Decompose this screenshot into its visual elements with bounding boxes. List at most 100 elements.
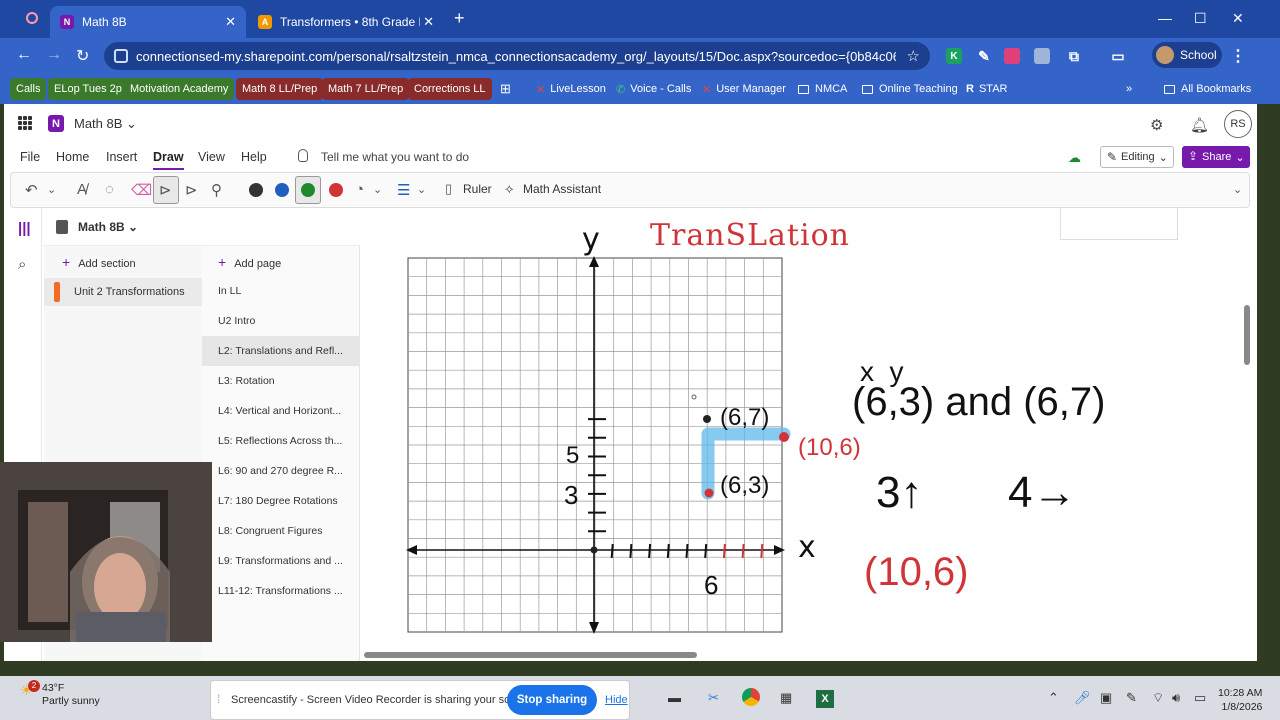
forward-icon[interactable]: → <box>46 46 62 64</box>
notebooks-icon[interactable]: ||| <box>18 220 31 237</box>
ink-replay-icon[interactable]: ⊳ <box>185 181 198 199</box>
menu-home[interactable]: Home <box>56 150 89 164</box>
volume-icon[interactable]: 🔊︎ <box>1172 690 1180 706</box>
chevron-up-icon[interactable]: ⌃ <box>1048 690 1059 706</box>
page-item[interactable]: In LL <box>202 276 360 306</box>
page-item[interactable]: L4: Vertical and Horizont... <box>202 396 360 426</box>
bookmark-star[interactable]: R STAR <box>960 78 1013 100</box>
snipping-tool-icon[interactable]: ✂ <box>708 690 719 706</box>
collapse-ribbon-icon[interactable]: ⌄ <box>1233 183 1242 196</box>
settings-gear-icon[interactable]: ⚙ <box>1150 116 1163 134</box>
ruler-icon[interactable]: ▯ <box>445 181 452 197</box>
math-assistant-button[interactable]: Math Assistant <box>523 182 601 196</box>
weather-widget[interactable]: ☀ 2 43°F Partly sunny <box>16 680 100 708</box>
close-icon[interactable]: ✕ <box>423 14 434 30</box>
maximize-icon[interactable]: ☐ <box>1194 10 1207 27</box>
section-unit2[interactable]: Unit 2 Transformations <box>44 278 202 306</box>
add-section-button[interactable]: + Add section <box>62 254 136 270</box>
page-item[interactable]: L11-12: Transformations ... <box>202 576 360 606</box>
bookmark-online-teaching[interactable]: Online Teaching <box>856 78 964 100</box>
stop-sharing-button[interactable]: Stop sharing <box>507 685 597 715</box>
site-info-icon[interactable] <box>114 49 128 63</box>
account-initials[interactable]: RS <box>1224 110 1252 138</box>
pen-icon[interactable]: ✎ <box>1126 690 1137 706</box>
battery-icon[interactable]: ▭ <box>1194 690 1206 706</box>
bookmark-voice[interactable]: ✆ Voice - Calls <box>610 78 697 100</box>
editing-mode-button[interactable]: ✎ Editing ⌄ <box>1100 146 1174 168</box>
meet-icon[interactable]: ▣ <box>1100 690 1112 706</box>
file-explorer-icon[interactable]: ▬ <box>668 690 681 705</box>
bookmark-math8[interactable]: Math 8 LL/Prep <box>236 78 324 100</box>
profile-button[interactable]: School <box>1152 42 1222 68</box>
chevron-down-icon[interactable]: ⌄ <box>373 183 382 196</box>
page-item[interactable]: U2 Intro <box>202 306 360 336</box>
pen-black[interactable] <box>249 183 263 197</box>
search-icon[interactable]: ⌕ <box>18 256 26 273</box>
reload-icon[interactable]: ↻ <box>76 46 89 66</box>
bookmark-motivation[interactable]: Motivation Academy <box>124 78 235 100</box>
chrome-icon[interactable] <box>742 688 760 706</box>
close-icon[interactable]: ✕ <box>225 14 236 30</box>
system-clock[interactable]: 10:28 AM 1/8/2026 <box>1218 686 1262 714</box>
eraser-icon[interactable]: ⌫ <box>131 181 152 199</box>
tab-math-8b[interactable]: N Math 8B ✕ <box>50 6 246 38</box>
note-container[interactable] <box>1060 208 1178 240</box>
extension-icon[interactable] <box>1034 48 1050 64</box>
horizontal-scrollbar[interactable] <box>364 652 697 658</box>
pen-blue[interactable] <box>275 183 289 197</box>
pen-red[interactable] <box>329 183 343 197</box>
bookmark-user-manager[interactable]: ✕ User Manager <box>696 78 792 100</box>
page-item[interactable]: L5: Reflections Across th... <box>202 426 360 456</box>
app-title[interactable]: Math 8B ⌄ <box>74 116 137 132</box>
more-menu-icon[interactable]: ⋮ <box>1230 48 1246 65</box>
lasso-select-icon[interactable]: ◌ <box>105 181 114 198</box>
vertical-scrollbar[interactable] <box>1244 305 1250 365</box>
pen-extension-icon[interactable]: ✎ <box>976 48 992 64</box>
all-bookmarks[interactable]: All Bookmarks <box>1158 78 1257 100</box>
chevron-down-icon[interactable]: ⌄ <box>417 183 426 196</box>
apps-grid-icon[interactable]: ⊞ <box>494 78 517 100</box>
screencastify-icon[interactable] <box>1004 48 1020 64</box>
bookmark-corrections[interactable]: Corrections LL <box>408 78 492 100</box>
note-canvas[interactable]: TranSLation y x 5 3 6 (6,7) (6,3) (10,6)… <box>360 208 1257 661</box>
menu-help[interactable]: Help <box>241 150 267 164</box>
ink-to-text-icon[interactable]: A̸ <box>77 181 87 198</box>
pen-style-icon[interactable]: ⚲ <box>211 181 222 199</box>
bell-icon[interactable]: 🔔︎ <box>1190 116 1209 134</box>
minimize-icon[interactable]: — <box>1158 10 1172 26</box>
add-page-button[interactable]: + Add page <box>218 254 281 270</box>
share-button[interactable]: ⇪ Share ⌄ <box>1182 146 1250 168</box>
line-thickness-icon[interactable]: ☰ <box>397 181 410 199</box>
menu-insert[interactable]: Insert <box>106 150 137 164</box>
back-icon[interactable]: ← <box>16 46 32 64</box>
pen-green[interactable] <box>301 183 315 197</box>
tab-search-icon[interactable] <box>26 12 38 24</box>
drag-handle-icon[interactable]: ⁞ <box>217 692 220 706</box>
address-bar[interactable]: connectionsed-my.sharepoint.com/personal… <box>104 42 930 70</box>
chevron-down-icon[interactable]: ⌄ <box>47 183 56 196</box>
color-palette-icon[interactable]: ◔ <box>355 181 364 198</box>
bookmark-calls[interactable]: Calls <box>10 78 47 100</box>
excel-icon[interactable]: X <box>816 690 834 708</box>
close-window-icon[interactable]: ✕ <box>1232 10 1244 27</box>
bookmark-elop[interactable]: ELop Tues 2p <box>48 78 128 100</box>
bookmark-livelesson[interactable]: ✕ LiveLesson <box>530 78 612 100</box>
page-item[interactable]: L6: 90 and 270 degree R... <box>202 456 360 486</box>
bookmark-math7[interactable]: Math 7 LL/Prep <box>322 78 410 100</box>
hide-link[interactable]: Hide <box>605 694 628 706</box>
webcam-overlay[interactable] <box>0 462 212 642</box>
page-item[interactable]: L7: 180 Degree Rotations <box>202 486 360 516</box>
app-launcher-icon[interactable] <box>18 116 32 130</box>
page-item[interactable]: L8: Congruent Figures <box>202 516 360 546</box>
tab-transformers[interactable]: A Transformers • 8th Grade Math ✕ <box>248 6 444 38</box>
bookmark-nmca[interactable]: NMCA <box>792 78 853 100</box>
microphone-icon[interactable]: 🎤︎ <box>1074 690 1091 706</box>
math-assistant-icon[interactable]: ⟡ <box>505 181 514 197</box>
pointer-tool-icon[interactable]: ⊳ <box>159 181 172 199</box>
page-item-active[interactable]: L2: Translations and Refl... <box>202 336 360 366</box>
puzzle-icon[interactable]: ⧉ <box>1066 48 1082 64</box>
calculator-icon[interactable]: ▦ <box>780 690 792 706</box>
page-item[interactable]: L3: Rotation <box>202 366 360 396</box>
notebook-header[interactable]: Math 8B ⌄ <box>42 208 360 246</box>
menu-file[interactable]: File <box>20 150 40 164</box>
